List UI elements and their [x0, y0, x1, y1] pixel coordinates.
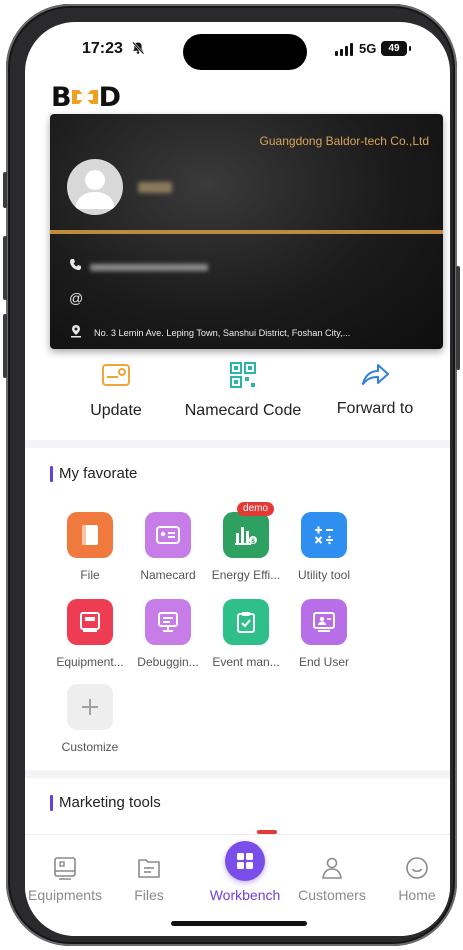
status-time: 17:23 — [82, 40, 123, 57]
power-button — [456, 266, 460, 370]
signal-icon — [335, 43, 353, 56]
favorite-file[interactable]: File — [45, 512, 135, 582]
battery-icon: 49 — [381, 41, 411, 56]
update-button[interactable]: Update — [73, 360, 159, 420]
clipboard-icon — [223, 599, 269, 645]
marketing-title-text: Marketing tools — [59, 794, 161, 811]
favorite-namecard[interactable]: Namecard — [123, 512, 213, 582]
logo-letter-d: D — [98, 81, 121, 113]
plus-icon — [67, 684, 113, 730]
action-button — [3, 172, 7, 208]
avatar[interactable] — [67, 159, 123, 215]
location-icon — [69, 324, 83, 341]
phone-icon — [69, 258, 82, 274]
id-card-icon — [102, 364, 130, 386]
tab-files[interactable]: Files — [107, 847, 191, 903]
tab-equipments-label: Equipments — [28, 887, 102, 903]
status-bar: 17:23 5G 49 — [25, 22, 450, 80]
monitor-icon — [145, 599, 191, 645]
favorite-end-user-label: End User — [298, 655, 350, 669]
screen: 17:23 5G 49 B D Guangdong Baldor-tech Co… — [25, 22, 450, 936]
tab-equipments[interactable]: Equipments — [25, 847, 107, 903]
favorite-energy-efficiency[interactable]: demo $ Energy Effi... — [201, 502, 291, 582]
favorite-customize[interactable]: Customize — [45, 684, 135, 754]
favorite-section-title: My favorate — [50, 465, 137, 482]
tab-customers[interactable]: Customers — [290, 847, 374, 903]
favorite-utility-tool[interactable]: Utility tool — [279, 512, 369, 582]
share-arrow-icon — [362, 364, 389, 385]
network-type: 5G — [359, 41, 377, 56]
phone-frame: 17:23 5G 49 B D Guangdong Baldor-tech Co… — [3, 4, 460, 946]
user-screen-icon — [301, 599, 347, 645]
section-divider — [25, 440, 450, 448]
brand-logo: B D — [51, 81, 121, 113]
home-indicator — [171, 921, 307, 926]
card-actions: Update Namecard Code Forward to — [25, 360, 450, 436]
qr-code-icon — [230, 362, 256, 388]
namecard-icon — [145, 512, 191, 558]
favorite-event-label: Event man... — [212, 655, 280, 669]
card-divider — [50, 230, 443, 234]
home-smile-icon — [406, 857, 428, 879]
email-at-icon: @ — [69, 290, 84, 306]
logo-infinity-icon — [71, 90, 98, 104]
book-icon — [67, 512, 113, 558]
business-card[interactable]: Guangdong Baldor-tech Co.,Ltd @ No. 3 Le… — [50, 114, 443, 349]
forward-to-button[interactable]: Forward to — [325, 360, 425, 418]
favorite-event-management[interactable]: Event man... — [201, 599, 291, 669]
marketing-section-title: Marketing tools — [50, 794, 161, 811]
demo-badge: demo — [237, 502, 275, 516]
volume-down-button — [3, 314, 7, 378]
section-accent-bar — [50, 794, 53, 811]
favorite-debugging[interactable]: Debuggin... — [123, 599, 213, 669]
company-name: Guangdong Baldor-tech Co.,Ltd — [259, 134, 429, 148]
favorite-title-text: My favorate — [59, 465, 138, 482]
namecard-code-button[interactable]: Namecard Code — [177, 360, 309, 420]
blurred-phone — [90, 264, 208, 271]
favorite-file-label: File — [80, 568, 100, 582]
blurred-name — [138, 182, 172, 193]
favorite-end-user[interactable]: End User — [279, 599, 369, 669]
tab-files-label: Files — [134, 887, 164, 903]
bell-muted-icon — [131, 41, 145, 58]
default-user-icon — [75, 170, 115, 209]
favorite-energy-label: Energy Effi... — [211, 568, 281, 582]
equipment-icon — [67, 599, 113, 645]
forward-to-label: Forward to — [336, 400, 414, 417]
tab-workbench[interactable]: Workbench — [203, 841, 287, 903]
favorite-debugging-label: Debuggin... — [137, 655, 199, 669]
favorite-namecard-label: Namecard — [140, 568, 196, 582]
section-divider-2 — [25, 770, 450, 778]
update-label: Update — [90, 402, 142, 419]
favorite-utility-label: Utility tool — [297, 568, 350, 582]
favorite-equipment-label: Equipment... — [56, 655, 124, 669]
volume-up-button — [3, 236, 7, 300]
dynamic-island — [183, 34, 307, 70]
files-tab-icon — [138, 859, 160, 878]
favorite-customize-label: Customize — [61, 740, 119, 754]
tab-workbench-label: Workbench — [209, 887, 281, 903]
calculator-icon — [301, 512, 347, 558]
bar-chart-icon: demo $ — [223, 502, 275, 558]
equipment-tab-icon — [54, 857, 76, 880]
tab-home-label: Home — [398, 887, 436, 903]
card-address: No. 3 Lemin Ave. Leping Town, Sanshui Di… — [94, 328, 351, 338]
workbench-tab-icon — [225, 841, 265, 881]
tab-customers-label: Customers — [298, 887, 366, 903]
section-accent-bar — [50, 465, 53, 482]
namecard-code-label: Namecard Code — [184, 402, 302, 419]
customers-tab-icon — [322, 857, 342, 879]
favorite-equipment[interactable]: Equipment... — [45, 599, 135, 669]
tab-home[interactable]: Home — [375, 847, 450, 903]
